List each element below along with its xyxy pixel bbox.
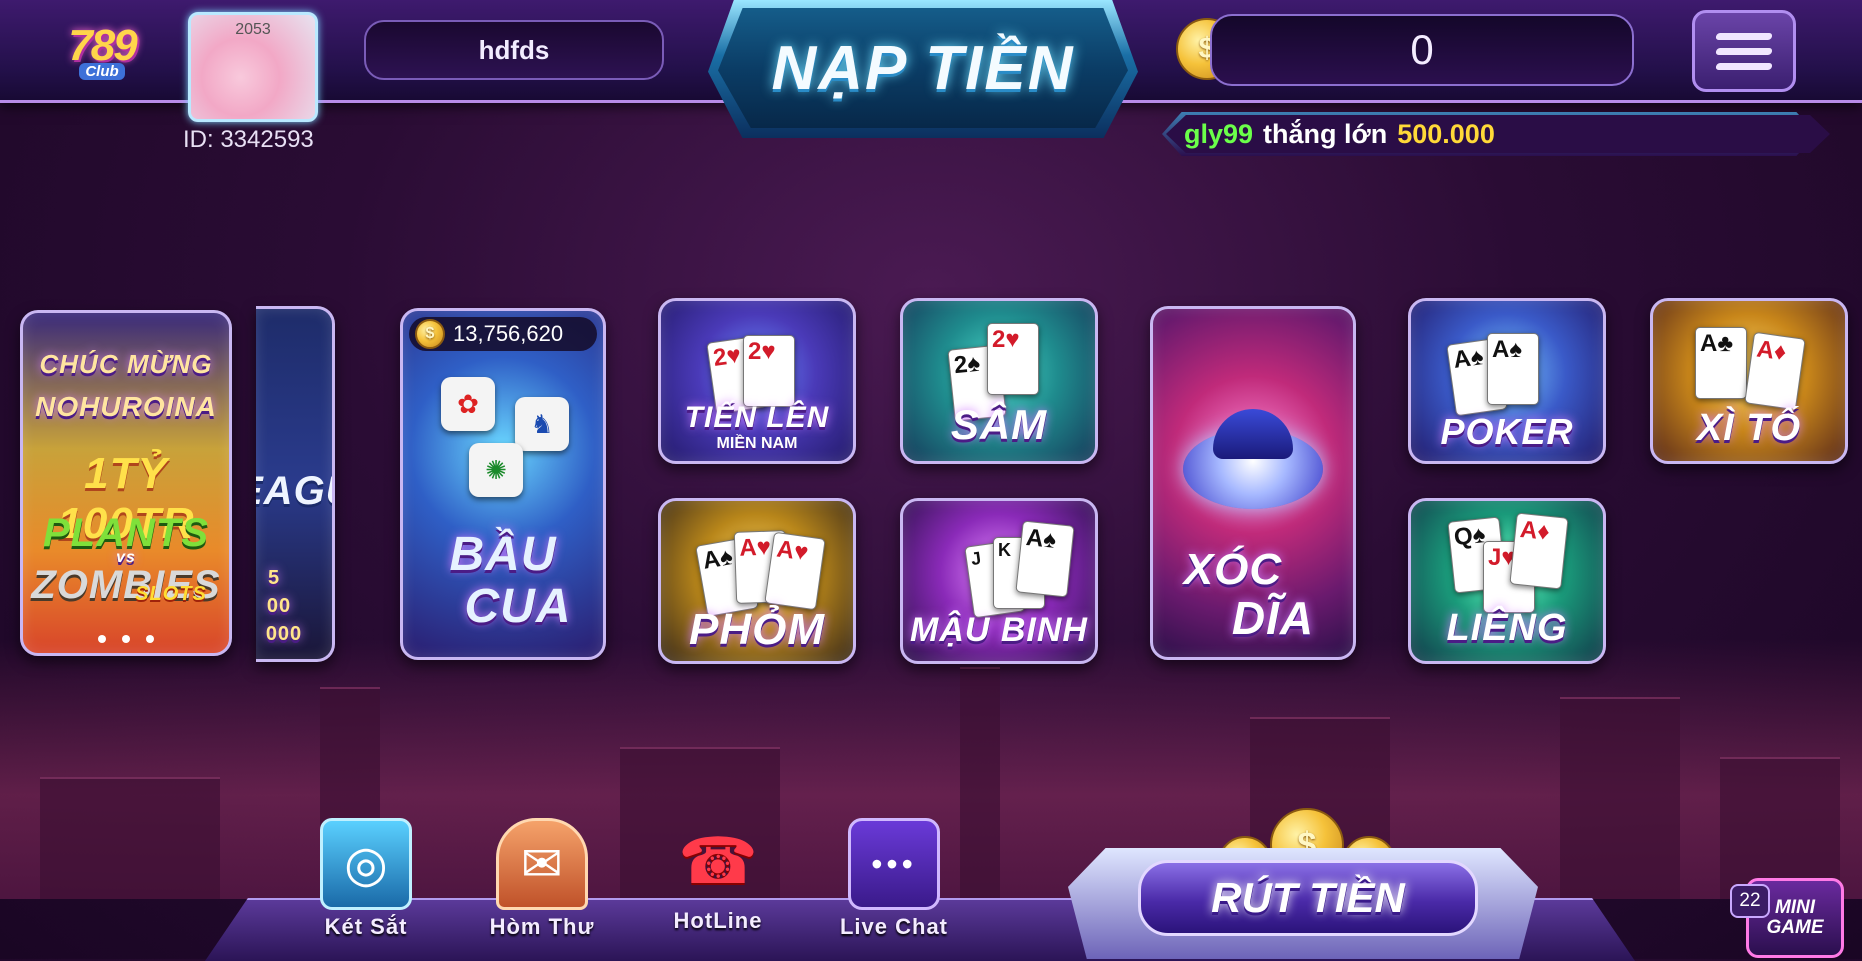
- mailbox-icon: ✉: [496, 818, 588, 910]
- bau-cua-line2: CUA: [464, 580, 572, 633]
- game-card-phom[interactable]: A♠ A♥ A♥ PHỎM: [658, 498, 856, 664]
- league-title: EAGUE: [256, 469, 332, 513]
- avatar-level: 2053: [235, 21, 271, 38]
- dice-icon: ♞: [515, 397, 569, 451]
- carousel-dots[interactable]: [23, 635, 229, 643]
- xi-to-title: XÌ TỐ: [1696, 407, 1802, 449]
- league-line3: 000: [265, 623, 303, 645]
- safe-label: Két Sắt: [324, 914, 408, 939]
- playing-card: 2♥: [987, 323, 1039, 395]
- building: [960, 667, 1000, 899]
- building: [1560, 697, 1680, 899]
- phom-title: PHỎM: [689, 605, 825, 654]
- mau-binh-title: MẬU BINH: [910, 611, 1088, 649]
- league-line2: 00: [266, 595, 292, 617]
- balance-display: 0: [1210, 14, 1634, 86]
- menu-line: [1715, 47, 1773, 55]
- menu-button[interactable]: [1692, 10, 1796, 92]
- promo-banner[interactable]: CHÚC MỪNG NOHUROINA 1TỶ 100TR PLANTS vs …: [20, 310, 232, 656]
- sam-title: SÂM: [950, 401, 1048, 448]
- game-card-xi-to[interactable]: A♣ A♦ XÌ TỐ: [1650, 298, 1848, 464]
- safe-icon: ◎: [320, 818, 412, 910]
- jackpot-value: 13,756,620: [453, 321, 564, 346]
- lieng-title: LIÊNG: [1446, 607, 1568, 649]
- tien-len-line1: TIẾN LÊN: [684, 401, 830, 434]
- menu-line: [1715, 32, 1773, 40]
- chat-bubble-icon: •••: [848, 818, 940, 910]
- withdraw-label: RÚT TIỀN: [1211, 874, 1405, 921]
- game-card-xoc-dia[interactable]: XÓC DĨA: [1150, 306, 1356, 660]
- avatar[interactable]: 2053: [188, 12, 318, 122]
- game-card-mau-binh[interactable]: J K A♠ MẬU BINH: [900, 498, 1098, 664]
- game-card-bau-cua[interactable]: $ 13,756,620 ✿ ♞ ✺ BẦU CUA: [400, 308, 606, 660]
- livechat-button[interactable]: ••• Live Chat: [824, 818, 964, 940]
- playing-card: A♠: [1487, 333, 1539, 405]
- dice-icon: ✺: [469, 443, 523, 497]
- user-id: ID: 3342593: [183, 126, 314, 153]
- jackpot-display: $ 13,756,620: [409, 317, 597, 351]
- club-logo: 789 Club: [56, 12, 148, 88]
- promo-line1: CHÚC MỪNG: [39, 349, 213, 379]
- hotline-label: HotLine: [673, 908, 763, 933]
- game-card-lieng[interactable]: Q♠ J♥ A♦ LIÊNG: [1408, 498, 1606, 664]
- livechat-label: Live Chat: [839, 914, 949, 939]
- coin-icon: $: [415, 319, 445, 349]
- deposit-label: NẠP TIỀN: [771, 33, 1075, 103]
- phone-icon: ☎: [678, 824, 758, 897]
- playing-card: 2♥: [743, 335, 795, 407]
- ticker-amount: 500.000: [1397, 118, 1495, 149]
- username-field[interactable]: hdfds: [364, 20, 664, 80]
- bau-cua-line1: BẦU: [449, 528, 557, 581]
- game-card-poker[interactable]: A♠ A♠ POKER: [1408, 298, 1606, 464]
- minigame-line2: GAME: [1766, 917, 1824, 938]
- safe-button[interactable]: ◎ Két Sắt: [296, 818, 436, 940]
- xoc-dia-line1: XÓC: [1183, 545, 1283, 594]
- league-line1: 5: [267, 567, 281, 589]
- menu-line: [1715, 62, 1773, 70]
- dice-icon: ✿: [441, 377, 495, 431]
- playing-card: A♣: [1695, 327, 1747, 399]
- ticker-user: gly99: [1184, 118, 1254, 149]
- minigame-line1: MINI: [1774, 897, 1816, 918]
- withdraw-button[interactable]: RÚT TIỀN: [1138, 860, 1478, 936]
- xoc-dia-line2: DĨA: [1231, 592, 1315, 644]
- playing-card: A♦: [1509, 512, 1569, 590]
- mail-label: Hòm Thư: [489, 914, 595, 939]
- logo-word: Club: [79, 62, 125, 80]
- hotline-button[interactable]: ☎ HotLine: [648, 818, 788, 934]
- league-banner[interactable]: EAGUE 5 00 000: [256, 306, 335, 662]
- bowl-lid-icon: [1213, 409, 1293, 459]
- playing-card: A♥: [764, 531, 826, 611]
- win-ticker: gly99 thắng lớn 500.000: [1166, 115, 1830, 153]
- promo-line2: NOHUROINA: [35, 391, 217, 422]
- poker-title: POKER: [1440, 411, 1574, 452]
- ticker-message: thắng lớn: [1263, 118, 1388, 149]
- promo-line7: SLOTS: [135, 583, 207, 605]
- deposit-button[interactable]: NẠP TIỀN: [718, 8, 1128, 128]
- playing-card: A♠: [1015, 520, 1075, 598]
- tien-len-line2: MIỀN NAM: [716, 435, 798, 452]
- game-card-sam[interactable]: 2♠ 2♥ SÂM: [900, 298, 1098, 464]
- game-card-tien-len[interactable]: 2♥ 2♥ TIẾN LÊN MIỀN NAM: [658, 298, 856, 464]
- minigame-badge: 22: [1730, 884, 1770, 918]
- building: [40, 777, 220, 899]
- mail-button[interactable]: ✉ Hòm Thư: [472, 818, 612, 940]
- playing-card: A♦: [1744, 331, 1806, 411]
